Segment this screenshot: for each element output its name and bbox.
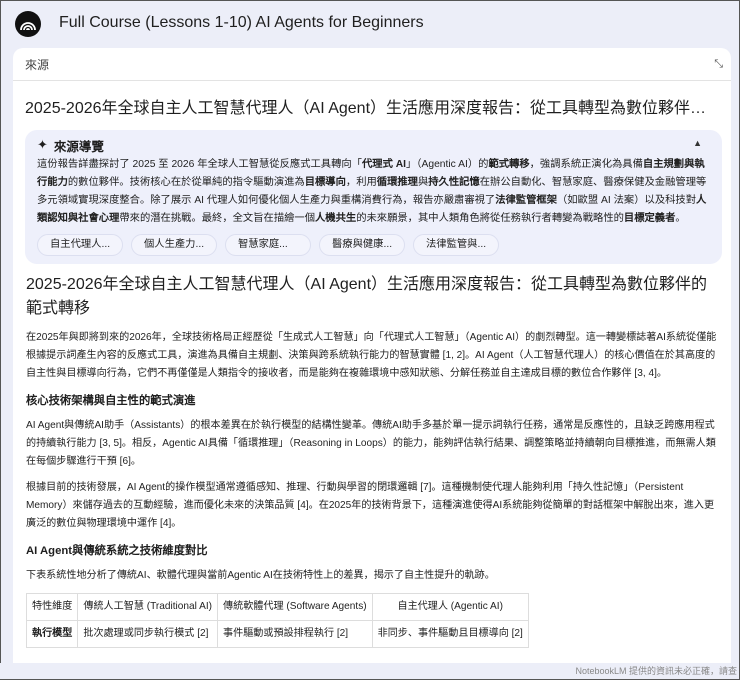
source-guide-summary: 這份報告詳盡探討了 2025 至 2026 年全球人工智慧從反應式工具轉向「代理… xyxy=(37,156,710,228)
paragraph: 下表系統性地分析了傳統AI、軟體代理與當前Agentic AI在技術特性上的差異… xyxy=(26,570,495,581)
source-content[interactable]: ✦ 來源導覽 ▲ 這份報告詳盡探討了 2025 至 2026 年全球人工智慧從反… xyxy=(13,130,731,678)
topic-chip[interactable]: 醫療與健康... xyxy=(319,234,405,256)
sources-header: 來源 ⤡ xyxy=(13,48,731,81)
comparison-table: 特性維度 傳統人工智慧 (Traditional AI) 傳統軟體代理 (Softw… xyxy=(25,593,529,648)
topic-chip[interactable]: 自主代理人... xyxy=(37,234,123,256)
section-heading: 核心技術架構與自主性的範式演進 xyxy=(26,395,196,407)
column-header: 自主代理人 (Agentic AI) xyxy=(371,593,529,621)
table-cell: 批次處理或同步執行模式 [2] xyxy=(77,620,219,648)
summary-text: 的未來願景，其中人類角色將從任務執行者轉變為戰略性的 xyxy=(356,213,624,224)
app-header: Full Course (Lessons 1-10) AI Agents for… xyxy=(1,1,740,47)
summary-text: 帶來的潛在挑戰。最終，全文旨在描繪一個 xyxy=(119,213,316,224)
section-heading: AI Agent與傳統系統之技術維度對比 xyxy=(26,545,208,557)
summary-text: （如歐盟 AI 法案）以及科技對 xyxy=(557,195,697,206)
summary-keyword: 目標定義者 xyxy=(623,213,676,224)
topic-chips: 自主代理人... 個人生產力... 智慧家庭... 醫療與健康... 法律監管與... xyxy=(37,234,710,256)
summary-text: 。 xyxy=(675,213,686,224)
sources-label: 來源 xyxy=(25,57,50,72)
sparkle-icon: ✦ xyxy=(37,137,48,152)
table-cell: 執行模型 xyxy=(25,620,79,648)
paragraph: 在2025年與即將到來的2026年，全球技術格局正經歷從「生成式人工智慧」向「代… xyxy=(26,332,717,379)
notebooklm-logo-icon[interactable] xyxy=(15,11,41,37)
summary-keyword: 人機共生 xyxy=(315,213,357,224)
topic-chip[interactable]: 法律監管與... xyxy=(413,234,499,256)
topic-chip[interactable]: 智慧家庭... xyxy=(225,234,311,256)
source-guide: ✦ 來源導覽 ▲ 這份報告詳盡探討了 2025 至 2026 年全球人工智慧從反… xyxy=(25,130,722,264)
source-panel: 來源 ⤡ 2025-2026年全球自主人工智慧代理人（AI Agent）生活應用… xyxy=(13,48,731,678)
topic-chip[interactable]: 個人生產力... xyxy=(131,234,217,256)
summary-text: 與 xyxy=(417,177,429,188)
paragraph: AI Agent與傳統AI助手（Assistants）的根本差異在於執行模型的結… xyxy=(26,420,716,467)
summary-keyword: 循環推理 xyxy=(376,177,418,188)
summary-text: ，利用 xyxy=(345,177,377,188)
source-title: 2025-2026年全球自主人工智慧代理人（AI Agent）生活應用深度報告：… xyxy=(25,100,717,117)
summary-keyword: 代理式 AI xyxy=(361,159,407,170)
paragraph: 根據目前的技術發展，AI Agent的操作模型通常遵循感知、推理、行動與學習的閉… xyxy=(26,482,715,529)
summary-keyword: 範式轉移 xyxy=(488,159,530,170)
summary-keyword: 持久性記憶 xyxy=(428,177,480,188)
disclaimer: NotebookLM 提供的資訊未必正確，請查 xyxy=(0,663,739,679)
column-header: 特性維度 xyxy=(25,593,79,621)
summary-keyword: 目標導向 xyxy=(304,177,346,188)
summary-text: 的數位夥伴。技術核心在於從單純的指令驅動演進為 xyxy=(67,177,305,188)
table-cell: 非同步、事件驅動且目標導向 [2] xyxy=(371,620,529,648)
summary-text: 這份報告詳盡探討了 2025 至 2026 年全球人工智慧從反應式工具轉向「 xyxy=(37,159,362,170)
article-heading: 2025-2026年全球自主人工智慧代理人（AI Agent）生活應用深度報告：… xyxy=(26,276,708,317)
table-cell: 事件驅動或預設排程執行 [2] xyxy=(217,620,373,648)
table-row: 執行模型 批次處理或同步執行模式 [2] 事件驅動或預設排程執行 [2] 非同步、事件… xyxy=(25,620,529,648)
source-guide-title: 來源導覽 xyxy=(53,139,104,154)
summary-keyword: 法律監管框架 xyxy=(495,195,557,206)
collapse-icon[interactable]: ⤡ xyxy=(714,58,723,71)
notebook-title: Full Course (Lessons 1-10) AI Agents for… xyxy=(59,14,424,31)
column-header: 傳統軟體代理 (Software Agents) xyxy=(217,593,373,621)
summary-text: ，強調系統正演化為具備 xyxy=(529,159,643,170)
summary-text: 」（Agentic AI）的 xyxy=(406,159,489,170)
column-header: 傳統人工智慧 (Traditional AI) xyxy=(77,593,219,621)
collapse-guide-icon[interactable]: ▲ xyxy=(693,138,702,148)
